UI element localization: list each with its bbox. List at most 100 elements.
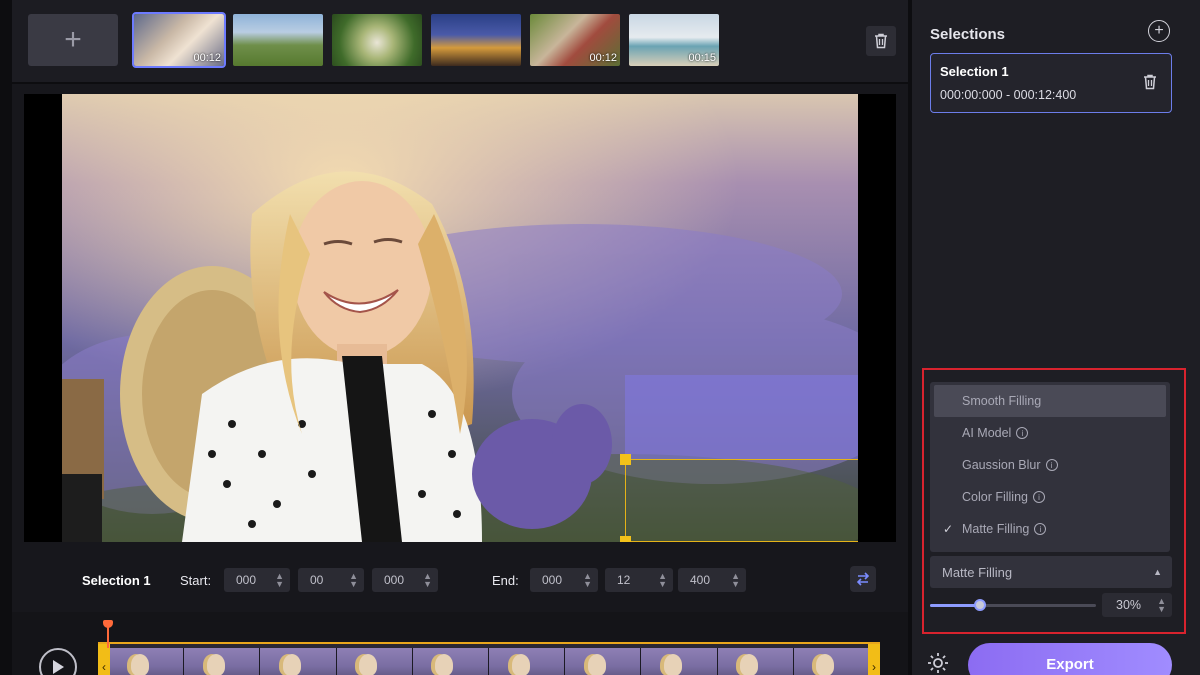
timeline: ‹ › (12, 612, 908, 675)
selection-card[interactable]: Selection 1 000:00:000 - 000:12:400 (930, 53, 1172, 113)
selection-card-range: 000:00:000 - 000:12:400 (940, 88, 1077, 102)
menu-item-label: Smooth Filling (962, 394, 1042, 408)
timeline-frame (565, 648, 642, 675)
check-icon: ✓ (943, 522, 954, 536)
start-hours-input[interactable]: 000 ▲ ▼ (224, 568, 290, 592)
end-hours-value: 000 (542, 573, 563, 587)
opacity-value: 30% (1116, 598, 1142, 612)
thumbnail-duration: 00:12 (193, 52, 221, 64)
trash-icon (1144, 74, 1156, 90)
end-hours-input[interactable]: 000 ▲ ▼ (530, 568, 598, 592)
stepper-icon[interactable]: ▲ ▼ (583, 572, 592, 589)
menu-item-gaussion-blur[interactable]: Gaussion Blur i (934, 449, 1166, 481)
media-thumbnail[interactable]: 00:15 (629, 14, 719, 66)
end-seconds-input[interactable]: 12 ▲ ▼ (605, 568, 673, 592)
end-seconds-value: 12 (617, 573, 631, 587)
chevron-up-icon: ▲ (1153, 567, 1162, 577)
playhead[interactable] (103, 620, 113, 648)
menu-item-label: AI Model (962, 426, 1012, 440)
timeline-track[interactable]: ‹ › (98, 642, 880, 675)
selection-name: Selection 1 (82, 572, 151, 588)
menu-item-color-filling[interactable]: Color Filling i (934, 481, 1166, 513)
stepper-icon[interactable]: ▲ ▼ (731, 572, 740, 589)
media-thumbnail[interactable]: 00:12 (132, 12, 226, 68)
play-button[interactable] (39, 648, 77, 675)
panel-title: Selections (930, 26, 1006, 43)
delete-media-button[interactable] (866, 26, 896, 56)
thumbnail-duration: 00:12 (589, 52, 617, 64)
play-icon (53, 660, 64, 674)
start-milliseconds-input[interactable]: 000 ▲ ▼ (372, 568, 438, 592)
swap-button[interactable] (850, 566, 876, 592)
timeline-frame (489, 648, 566, 675)
info-icon[interactable]: i (1034, 523, 1047, 535)
slider-fill (930, 604, 980, 607)
trim-handle-left[interactable]: ‹ (98, 644, 110, 675)
timeline-frame (717, 648, 794, 675)
selection-time-bar: Selection 1 Start: 000 ▲ ▼ 00 ▲ ▼ 000 ▲ ▼ E… (12, 560, 908, 600)
end-label: End: (492, 572, 519, 588)
timeline-frames (108, 648, 871, 675)
menu-item-label: Matte Filling (962, 522, 1030, 536)
menu-item-smooth-filling[interactable]: Smooth Filling (934, 385, 1166, 417)
editor-area: + 00:12 00:12 00:15 Selection 1 Start: 0… (12, 0, 908, 675)
timeline-frame (108, 648, 185, 675)
menu-item-ai-model[interactable]: AI Model i (934, 417, 1166, 449)
dropdown-value: Matte Filling (942, 564, 1013, 580)
media-thumbnail[interactable] (233, 14, 323, 66)
end-milliseconds-input[interactable]: 400 ▲ ▼ (678, 568, 746, 592)
stepper-icon[interactable]: ▲ ▼ (658, 572, 667, 589)
media-thumbnail[interactable] (431, 14, 521, 66)
add-selection-button[interactable]: + (1148, 20, 1170, 42)
preview-frame (62, 94, 858, 542)
settings-button[interactable] (926, 651, 950, 675)
menu-item-matte-filling[interactable]: ✓ Matte Filling i (934, 513, 1166, 545)
add-media-button[interactable]: + (28, 14, 118, 66)
stepper-icon[interactable]: ▲ ▼ (349, 572, 358, 589)
resize-handle[interactable] (620, 454, 631, 465)
fill-mode-dropdown[interactable]: Matte Filling ▲ (930, 556, 1172, 588)
trim-handle-right[interactable]: › (868, 644, 880, 675)
start-label: Start: (180, 572, 212, 588)
stepper-icon[interactable]: ▲ ▼ (423, 572, 432, 589)
slider-knob[interactable] (973, 599, 986, 611)
selection-rectangle[interactable] (620, 454, 858, 542)
start-seconds-value: 00 (310, 573, 324, 587)
menu-item-label: Gaussion Blur (962, 458, 1041, 472)
info-icon[interactable]: i (1033, 491, 1045, 503)
stepper-icon[interactable]: ▲ ▼ (275, 572, 284, 589)
timeline-frame (184, 648, 261, 675)
delete-selection-button[interactable] (1143, 74, 1157, 95)
timeline-frame (336, 648, 413, 675)
timeline-frame (260, 648, 337, 675)
video-preview[interactable] (24, 94, 896, 542)
selection-card-name: Selection 1 (940, 64, 1009, 79)
timeline-frame (793, 648, 871, 675)
start-seconds-input[interactable]: 00 ▲ ▼ (298, 568, 364, 592)
media-thumbnails: 00:12 00:12 00:15 (132, 12, 719, 68)
thumbnail-duration: 00:15 (688, 52, 716, 64)
opacity-input[interactable]: 30% ▲ ▼ (1102, 593, 1172, 617)
trash-icon (875, 33, 887, 49)
stepper-icon[interactable]: ▲ ▼ (1157, 597, 1166, 614)
end-milliseconds-value: 400 (690, 573, 711, 587)
media-bar: + 00:12 00:12 00:15 (12, 0, 908, 84)
timeline-frame (412, 648, 490, 675)
start-hours-value: 000 (236, 573, 257, 587)
start-milliseconds-value: 000 (384, 573, 405, 587)
swap-arrows-icon (856, 572, 870, 586)
timeline-frame (641, 648, 718, 675)
info-icon[interactable]: i (1016, 427, 1029, 439)
info-icon[interactable]: i (1045, 459, 1058, 471)
export-button[interactable]: Export (968, 643, 1172, 675)
opacity-slider[interactable] (930, 599, 1096, 611)
plus-icon: + (1154, 22, 1164, 39)
media-thumbnail[interactable]: 00:12 (530, 14, 620, 66)
fill-mode-menu: Smooth Filling AI Model i Gaussion Blur … (930, 382, 1170, 552)
menu-item-label: Color Filling (962, 490, 1028, 504)
resize-handle[interactable] (620, 536, 631, 542)
selections-panel: Selections + Selection 1 000:00:000 - 00… (912, 0, 1200, 675)
media-thumbnail[interactable] (332, 14, 422, 66)
gear-icon (928, 653, 948, 673)
matte-fill-overlay (625, 375, 858, 459)
